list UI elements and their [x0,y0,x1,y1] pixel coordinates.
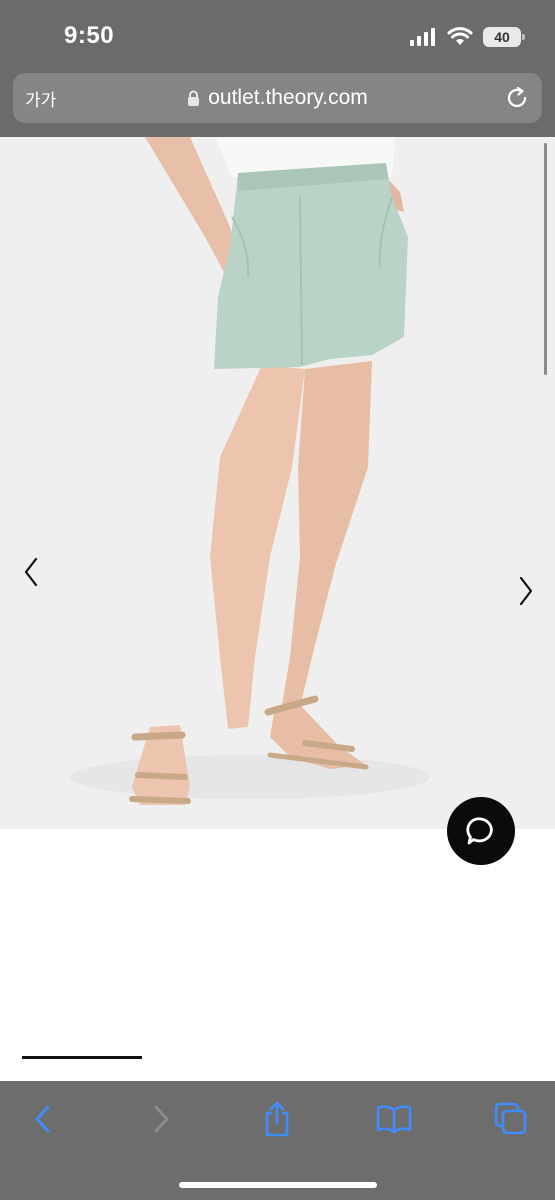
tabs-button[interactable] [491,1099,531,1139]
url-text: outlet.theory.com [208,86,368,109]
url-display: outlet.theory.com [13,86,542,110]
forward-button[interactable] [141,1099,181,1139]
active-tab-indicator [22,1056,142,1059]
text-size-button[interactable]: 가가 [25,86,56,111]
browser-chrome-top: 9:50 40 가가 outlet.theory.com [0,0,555,137]
previous-image-button[interactable] [16,552,46,592]
status-time: 9:50 [64,22,115,49]
chevron-left-icon [24,557,38,587]
bookmarks-button[interactable] [374,1099,414,1139]
share-icon [265,1101,289,1137]
back-button[interactable] [22,1099,62,1139]
lock-icon [188,90,200,106]
bookmarks-icon [376,1105,412,1134]
status-icons: 40 [409,24,525,50]
scroll-indicator [544,143,547,375]
wifi-icon [447,27,473,45]
share-button[interactable] [257,1099,297,1139]
home-indicator [179,1182,377,1188]
tabs-icon [494,1102,527,1135]
product-gallery[interactable] [0,137,555,829]
product-image [0,137,555,829]
signal-icon [410,28,435,46]
chat-bubble-icon [466,817,493,845]
reload-icon[interactable] [504,85,530,111]
forward-icon [154,1105,169,1133]
chevron-right-icon [519,576,533,606]
next-image-button[interactable] [511,571,541,611]
address-bar[interactable]: 가가 outlet.theory.com [13,73,542,123]
battery-icon: 40 [483,27,525,47]
battery-level: 40 [494,29,510,45]
back-icon [35,1105,50,1133]
chat-button[interactable] [447,797,515,865]
